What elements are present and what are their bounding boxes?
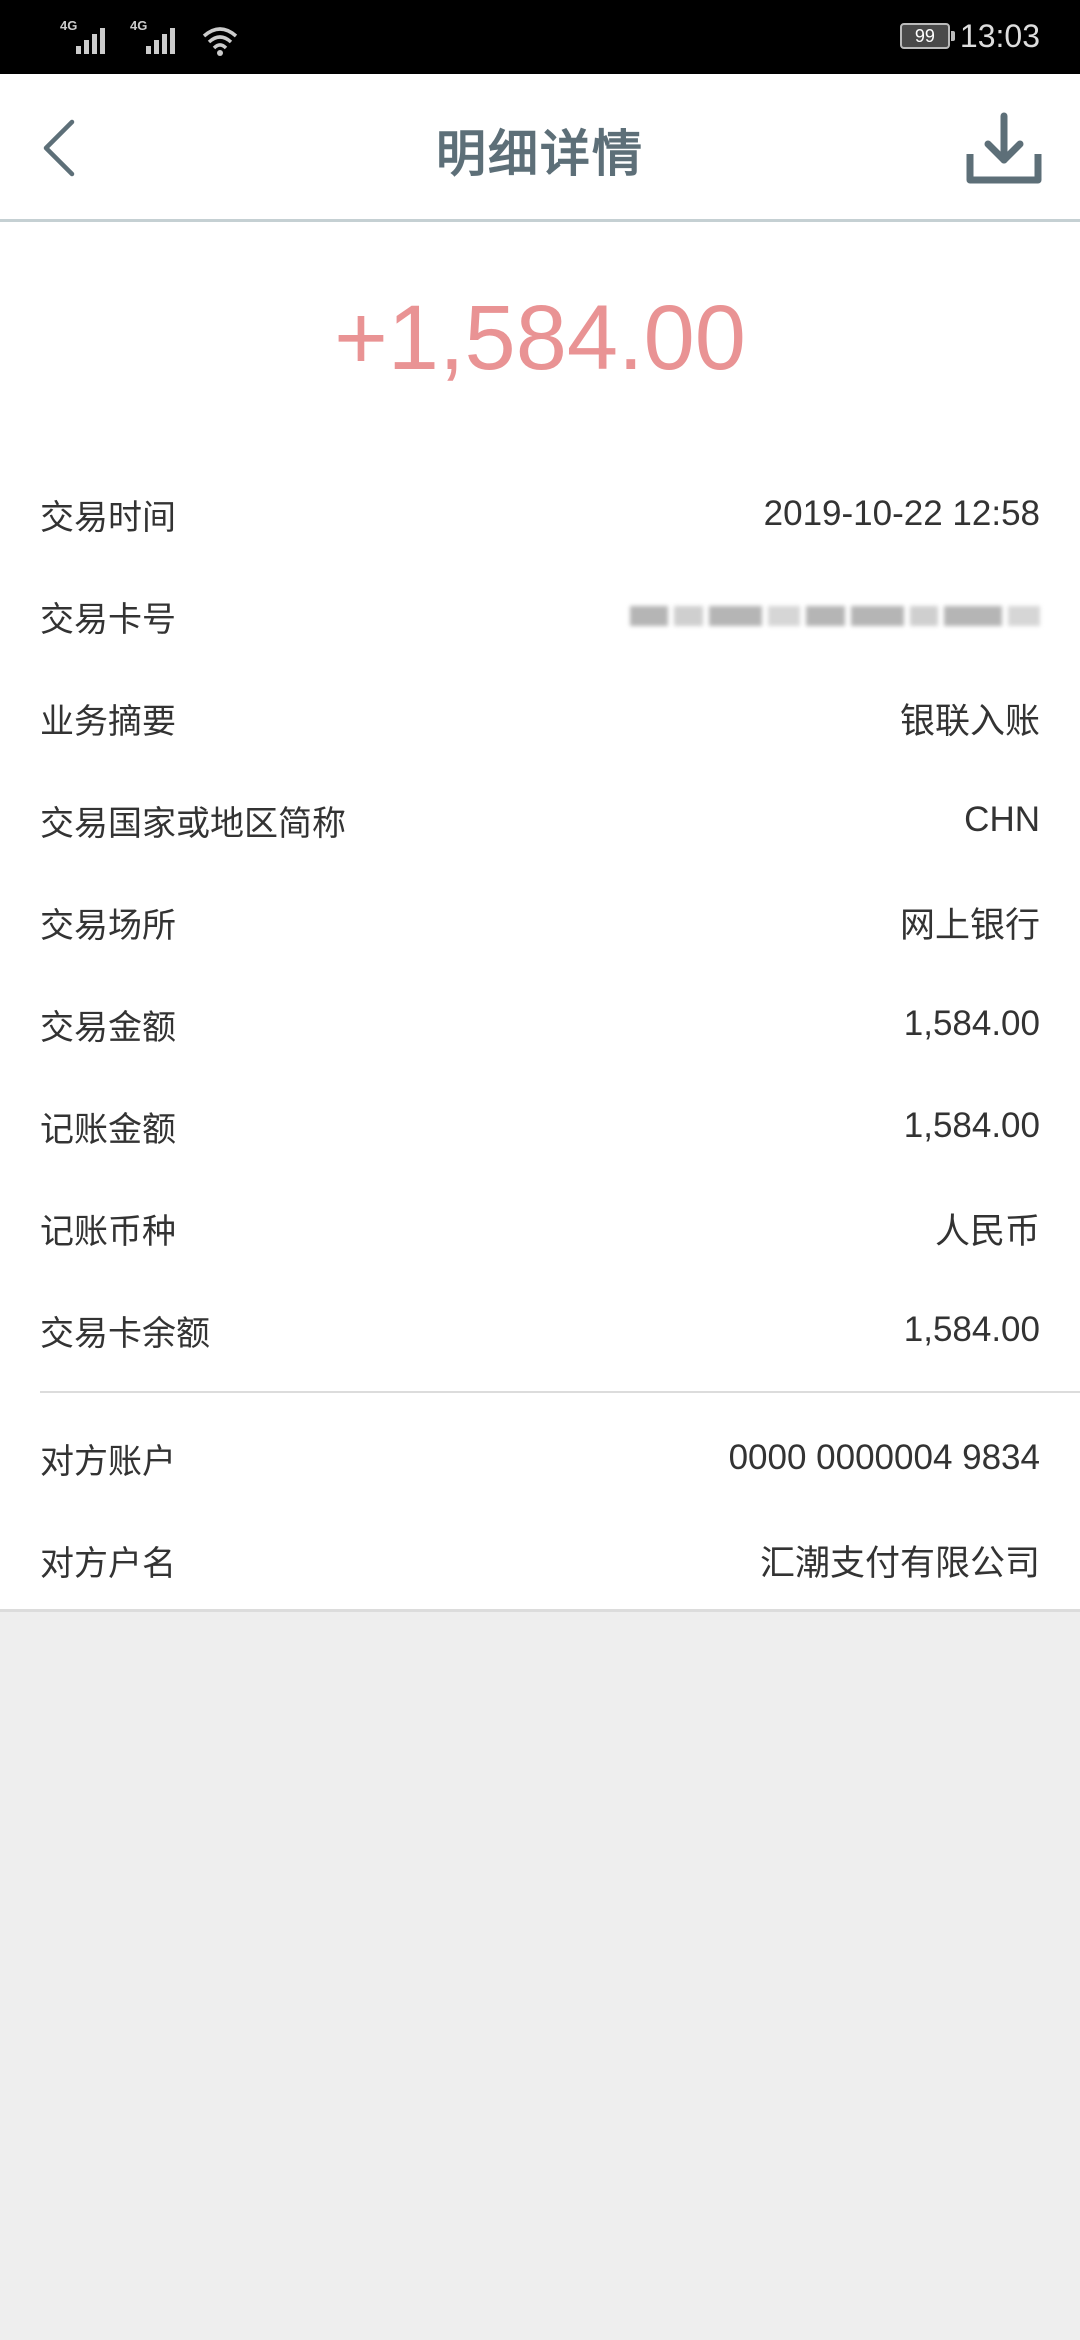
detail-row-card-balance: 交易卡余额 1,584.00 bbox=[40, 1280, 1040, 1380]
section-divider bbox=[40, 1391, 1080, 1393]
network-type-label: 4G bbox=[60, 18, 78, 33]
detail-label: 对方账户 bbox=[40, 1441, 176, 1482]
detail-label: 记账金额 bbox=[40, 1109, 176, 1150]
cellular-signal-icon-2: 4G bbox=[130, 18, 186, 58]
transaction-amount: +1,584.00 bbox=[334, 287, 746, 389]
detail-value: 网上银行 bbox=[899, 905, 1040, 945]
detail-row-posted-amount: 记账金额 1,584.00 bbox=[40, 1076, 1040, 1176]
download-icon[interactable] bbox=[964, 110, 1044, 190]
detail-label: 业务摘要 bbox=[40, 701, 176, 742]
detail-label: 交易场所 bbox=[40, 905, 176, 946]
detail-row-transaction-time: 交易时间 2019-10-22 12:58 bbox=[40, 464, 1040, 564]
detail-value: 2019-10-22 12:58 bbox=[763, 494, 1040, 533]
detail-row-posted-currency: 记账币种 人民币 bbox=[40, 1178, 1040, 1278]
status-icons-right: 99 13:03 bbox=[899, 14, 1040, 58]
navigation-bar: 明细详情 bbox=[0, 74, 1080, 222]
detail-label: 交易时间 bbox=[40, 497, 176, 538]
detail-value: 0000 0000004 9834 bbox=[728, 1438, 1040, 1477]
detail-row-country-region: 交易国家或地区简称 CHN bbox=[40, 770, 1040, 870]
redacted-card-number bbox=[630, 596, 1040, 636]
detail-row-counterparty-account: 对方账户 0000 0000004 9834 bbox=[40, 1408, 1040, 1508]
network-type-label-2: 4G bbox=[130, 18, 148, 33]
detail-value: 1,584.00 bbox=[903, 1310, 1040, 1349]
status-icons-left: 4G 4G bbox=[60, 14, 240, 58]
battery-icon: 99 bbox=[899, 23, 955, 49]
detail-row-counterparty-name: 对方户名 汇潮支付有限公司 bbox=[40, 1510, 1040, 1610]
status-bar: 4G 4G 99 13:03 bbox=[0, 0, 1080, 74]
detail-row-transaction-amount: 交易金额 1,584.00 bbox=[40, 974, 1040, 1074]
detail-label: 交易卡余额 bbox=[40, 1313, 210, 1354]
detail-value: 1,584.00 bbox=[903, 1004, 1040, 1043]
detail-value: 1,584.00 bbox=[903, 1106, 1040, 1145]
transaction-detail-panel: +1,584.00 交易时间 2019-10-22 12:58 交易卡号 业务摘… bbox=[0, 222, 1080, 1612]
detail-row-business-summary: 业务摘要 银联入账 bbox=[40, 668, 1040, 768]
detail-label: 记账币种 bbox=[40, 1211, 176, 1252]
detail-label: 交易金额 bbox=[40, 1007, 176, 1048]
cellular-signal-icon: 4G bbox=[60, 18, 116, 58]
detail-value: 汇潮支付有限公司 bbox=[759, 1543, 1040, 1583]
page-title: 明细详情 bbox=[436, 125, 644, 183]
detail-row-transaction-venue: 交易场所 网上银行 bbox=[40, 872, 1040, 972]
detail-label: 交易卡号 bbox=[40, 599, 176, 640]
detail-value: 人民币 bbox=[934, 1211, 1040, 1251]
status-time: 13:03 bbox=[959, 17, 1040, 54]
detail-label: 对方户名 bbox=[40, 1543, 176, 1584]
detail-value: 银联入账 bbox=[899, 701, 1040, 741]
detail-row-card-number: 交易卡号 bbox=[40, 566, 1040, 666]
detail-value: CHN bbox=[964, 800, 1040, 839]
wifi-icon bbox=[202, 27, 238, 56]
detail-label: 交易国家或地区简称 bbox=[40, 803, 346, 844]
